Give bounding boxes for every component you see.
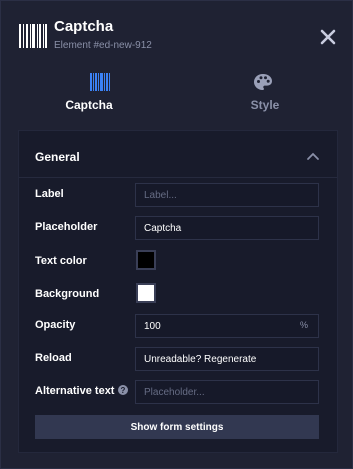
show-form-settings-button[interactable]: Show form settings xyxy=(35,415,319,439)
text-color-swatch[interactable] xyxy=(136,250,156,270)
opacity-unit: % xyxy=(300,320,309,330)
text-color-label: Text color xyxy=(35,255,87,267)
help-icon[interactable]: ? xyxy=(118,385,129,395)
general-section: General Label Placeholder Text color Bac… xyxy=(18,130,338,453)
alt-text-label: Alternative text xyxy=(35,385,115,397)
opacity-row: Opacity % xyxy=(35,314,325,338)
alt-text-input[interactable] xyxy=(135,380,319,404)
tab-style[interactable]: Style xyxy=(177,63,353,118)
placeholder-label: Placeholder xyxy=(35,221,98,233)
panel-header: Captcha Element #ed-new-912 xyxy=(1,1,353,63)
opacity-input[interactable] xyxy=(135,314,319,338)
label-input[interactable] xyxy=(135,183,319,207)
text-color-row: Text color xyxy=(35,250,325,274)
panel-title: Captcha xyxy=(54,18,114,35)
tab-captcha[interactable]: Captcha xyxy=(1,63,177,118)
reload-input[interactable] xyxy=(135,347,319,371)
svg-text:?: ? xyxy=(121,386,126,395)
label-row: Label xyxy=(35,183,325,207)
tab-captcha-label: Captcha xyxy=(65,98,113,112)
background-row: Background xyxy=(35,283,325,307)
divider xyxy=(19,177,337,178)
reload-row: Reload xyxy=(35,347,325,371)
opacity-label: Opacity xyxy=(35,319,76,331)
close-icon[interactable] xyxy=(319,28,337,46)
label-label: Label xyxy=(35,188,64,200)
barcode-icon xyxy=(90,73,110,91)
barcode-icon xyxy=(19,24,47,48)
chevron-up-icon[interactable] xyxy=(306,151,320,161)
alt-text-row: Alternative text? xyxy=(35,380,325,404)
tab-bar: Captcha Style xyxy=(1,63,353,118)
background-label: Background xyxy=(35,288,100,300)
element-id-label: Element #ed-new-912 xyxy=(54,40,152,51)
alt-text-label-wrap: Alternative text? xyxy=(35,385,129,397)
reload-label: Reload xyxy=(35,352,72,364)
placeholder-input[interactable] xyxy=(135,216,319,240)
palette-icon xyxy=(254,74,272,90)
placeholder-row: Placeholder xyxy=(35,216,325,240)
element-settings-panel: Captcha Element #ed-new-912 Captcha Styl… xyxy=(0,0,353,469)
background-color-swatch[interactable] xyxy=(136,283,156,303)
tab-style-label: Style xyxy=(250,98,280,112)
section-title: General xyxy=(35,150,80,164)
